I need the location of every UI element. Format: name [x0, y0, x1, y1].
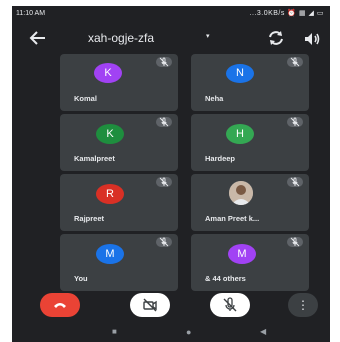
nav-home-icon[interactable]: ●	[186, 327, 191, 337]
call-header: xah-ogje-zfa ▾	[12, 24, 330, 52]
nav-back-square-icon[interactable]: ■	[112, 327, 117, 336]
participant-tile[interactable]: H Hardeep	[191, 114, 309, 171]
mic-off-icon	[223, 297, 237, 312]
nav-recents-icon[interactable]: ◀	[260, 327, 266, 336]
meet-call-screen: 11:10 AM ...3.0KB/s ⏰ ▦ ◢ ▭ xah-ogje-zfa…	[12, 6, 330, 342]
avatar: K	[96, 124, 124, 144]
mic-off-icon	[156, 117, 172, 127]
mic-off-icon	[156, 237, 172, 247]
more-options-button[interactable]: ⋮	[288, 293, 318, 317]
mic-off-icon	[287, 237, 303, 247]
participant-name: Neha	[205, 94, 224, 103]
more-vert-icon: ⋮	[297, 298, 309, 312]
participant-tile-others[interactable]: M & 44 others	[191, 234, 309, 291]
participant-name: & 44 others	[205, 274, 246, 283]
profile-photo	[229, 181, 253, 205]
hang-up-icon	[54, 303, 66, 308]
participant-name: Hardeep	[205, 154, 236, 163]
mic-off-icon	[287, 57, 303, 67]
avatar: M	[96, 244, 124, 264]
avatar: N	[226, 64, 254, 83]
avatar: K	[94, 63, 122, 83]
participant-name: Kamalpreet	[74, 154, 115, 163]
dropdown-caret-icon[interactable]: ▾	[206, 32, 210, 40]
camera-off-icon	[143, 298, 157, 312]
participant-tile[interactable]: Aman Preet k...	[191, 174, 309, 231]
participant-name: Komal	[74, 94, 97, 103]
avatar: M	[228, 244, 256, 264]
avatar: H	[226, 124, 254, 144]
mic-off-icon	[287, 117, 303, 127]
participant-tile[interactable]: N Neha	[191, 54, 309, 111]
camera-toggle-button[interactable]	[130, 293, 170, 317]
participant-tile[interactable]: R Rajpreet	[60, 174, 178, 231]
end-call-button[interactable]	[40, 293, 80, 317]
participant-name: You	[74, 274, 88, 283]
meeting-code[interactable]: xah-ogje-zfa	[88, 31, 154, 45]
status-time: 11:10 AM	[16, 10, 46, 17]
participant-tile[interactable]: K Kamalpreet	[60, 114, 178, 171]
mic-off-icon	[156, 57, 172, 67]
switch-camera-icon[interactable]	[266, 28, 286, 48]
mic-off-icon	[156, 177, 172, 187]
back-arrow-icon[interactable]	[28, 28, 48, 48]
mic-off-icon	[287, 177, 303, 187]
status-bar: 11:10 AM ...3.0KB/s ⏰ ▦ ◢ ▭	[12, 6, 330, 22]
mic-toggle-button[interactable]	[210, 293, 250, 317]
speaker-icon[interactable]	[302, 29, 322, 49]
system-nav-bar: ■ ● ◀	[12, 324, 330, 342]
participant-tile-self[interactable]: M You	[60, 234, 178, 291]
participant-name: Aman Preet k...	[205, 214, 260, 223]
status-icons: ...3.0KB/s ⏰ ▦ ◢ ▭	[249, 10, 324, 17]
avatar: R	[96, 184, 124, 204]
participant-tile[interactable]: K Komal	[60, 54, 178, 111]
participant-name: Rajpreet	[74, 214, 105, 223]
